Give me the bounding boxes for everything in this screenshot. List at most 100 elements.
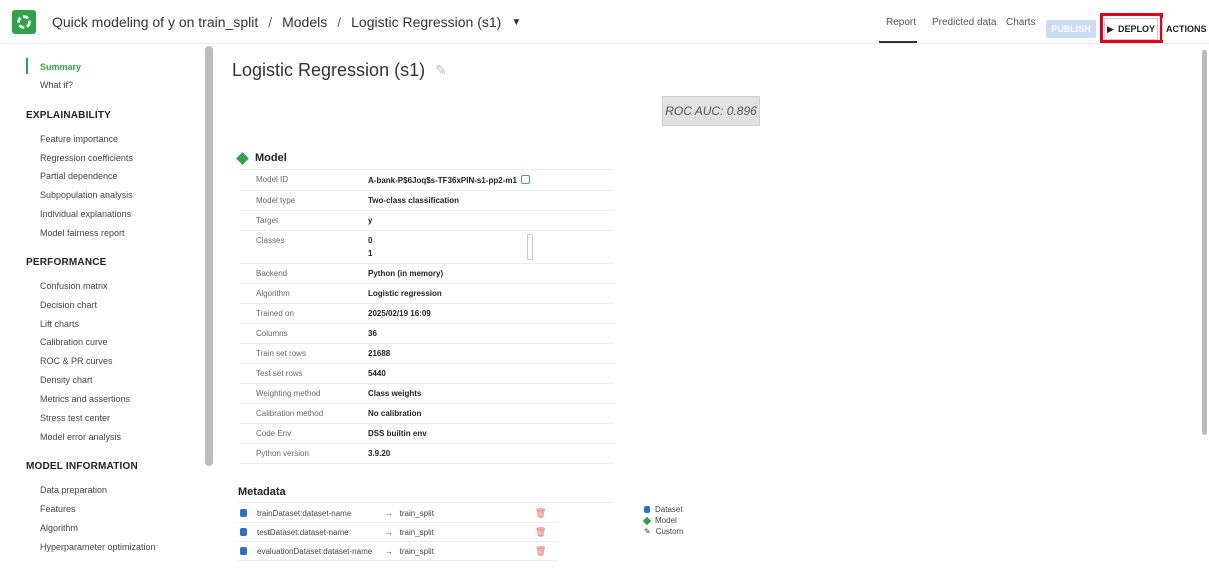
sidebar-item-hyperparameter-optimization[interactable]: Hyperparameter optimization: [40, 542, 156, 552]
dataset-icon: [240, 509, 247, 517]
sidebar-item-metrics-and-assertions[interactable]: Metrics and assertions: [40, 394, 130, 404]
sidebar-item-regression-coefficients[interactable]: Regression coefficients: [40, 153, 133, 163]
table-row: Calibration method No calibration: [240, 403, 614, 423]
breadcrumb-analysis[interactable]: Quick modeling of y on train_split: [52, 14, 258, 30]
breadcrumb-separator: /: [337, 14, 342, 30]
metadata-key: evaluationDataset:dataset-name: [257, 546, 373, 556]
sidebar-item-data-preparation[interactable]: Data preparation: [40, 485, 107, 495]
sidebar-item-individual-explanations[interactable]: Individual explanations: [40, 209, 131, 219]
metadata-legend: Dataset Model ✎ Custom: [642, 504, 684, 537]
table-row: testDataset:dataset-name → train_split 🗑: [238, 523, 558, 542]
metadata-divider: [238, 502, 614, 503]
sidebar-item-features[interactable]: Features: [40, 504, 76, 514]
table-row: Test set rows 5440: [240, 363, 614, 383]
model-dropdown-icon[interactable]: ▼: [511, 17, 521, 28]
legend-item-model: Model: [642, 515, 683, 526]
table-row: Classes 0 1: [240, 230, 614, 263]
row-value: 2025/02/19 16:09: [368, 309, 431, 318]
table-row: Algorithm Logistic regression: [240, 283, 614, 303]
sidebar-item-stress-test-center[interactable]: Stress test center: [40, 413, 110, 423]
row-value: 36: [368, 329, 377, 338]
model-info-table: Model ID A-bank-P$6Joq$s-TF36xPlN-s1-pp2…: [240, 169, 614, 464]
section-performance: PERFORMANCE: [26, 257, 107, 268]
sidebar-item-calibration-curve[interactable]: Calibration curve: [40, 337, 108, 347]
legend-item-dataset: Dataset: [644, 504, 683, 515]
breadcrumb-model[interactable]: Logistic Regression (s1): [351, 14, 501, 30]
trash-icon[interactable]: 🗑: [535, 508, 546, 519]
sidebar-item-density-chart[interactable]: Density chart: [40, 375, 93, 385]
sidebar-item-confusion-matrix[interactable]: Confusion matrix: [40, 281, 108, 291]
classes-list: 0 1: [368, 236, 614, 258]
sidebar-item-lift-charts[interactable]: Lift charts: [40, 319, 79, 329]
pencil-icon: ✎: [644, 527, 651, 536]
row-key: Model type: [256, 196, 296, 205]
trash-icon[interactable]: 🗑: [535, 546, 546, 557]
tab-report[interactable]: Report: [884, 0, 918, 44]
row-value: 3.9.20: [368, 449, 391, 458]
actions-label: ACTIONS: [1166, 24, 1207, 34]
metadata-value: → train_split: [385, 546, 434, 556]
metadata-key: testDataset:dataset-name: [257, 527, 349, 537]
actions-button[interactable]: ACTIONS ▾: [1166, 18, 1209, 40]
top-bar: Quick modeling of y on train_split / Mod…: [0, 0, 1209, 44]
row-key: Backend: [256, 269, 288, 278]
table-row: Model ID A-bank-P$6Joq$s-TF36xPlN-s1-pp2…: [240, 169, 614, 190]
model-section-title: Model: [255, 152, 287, 164]
row-key: Target: [256, 216, 279, 225]
row-value: Two-class classification: [368, 196, 459, 205]
row-value: 21688: [368, 349, 391, 358]
edit-pencil-icon[interactable]: ✎: [435, 62, 447, 79]
sidebar-item-model-error-analysis[interactable]: Model error analysis: [40, 432, 121, 442]
metadata-section-title: Metadata: [238, 486, 286, 498]
row-key: Weighting method: [256, 389, 321, 398]
classes-scrollbar[interactable]: [527, 234, 533, 260]
tab-predicted-data[interactable]: Predicted data: [932, 0, 997, 44]
metadata-value: → train_split: [385, 527, 434, 537]
table-row: Train set rows 21688: [240, 343, 614, 363]
sidebar-item-model-fairness-report[interactable]: Model fairness report: [40, 228, 125, 238]
row-key: Python version: [256, 449, 309, 458]
class-item: 0: [368, 236, 373, 245]
main-scrollbar[interactable]: [1202, 50, 1207, 435]
sidebar-item-decision-chart[interactable]: Decision chart: [40, 300, 97, 310]
metadata-value: → train_split: [385, 508, 434, 518]
row-value: y: [368, 216, 373, 225]
sidebar-item-subpopulation-analysis[interactable]: Subpopulation analysis: [40, 190, 133, 200]
section-model-information: MODEL INFORMATION: [26, 461, 138, 472]
trash-icon[interactable]: 🗑: [535, 527, 546, 538]
dataset-icon: [240, 547, 247, 555]
model-diamond-icon: [236, 151, 249, 165]
app-logo-icon[interactable]: [12, 10, 36, 34]
sidebar-item-feature-importance[interactable]: Feature importance: [40, 134, 118, 144]
publish-button[interactable]: PUBLISH: [1046, 20, 1096, 38]
dataset-icon: [240, 528, 247, 536]
row-key: Trained on: [256, 309, 294, 318]
dataset-icon: [644, 506, 650, 513]
sidebar-item-partial-dependence[interactable]: Partial dependence: [40, 171, 118, 181]
sidebar-scrollbar[interactable]: [205, 46, 213, 466]
table-row: trainDataset:dataset-name → train_split …: [238, 504, 558, 523]
row-value: 5440: [368, 369, 386, 378]
legend-item-custom: ✎ Custom: [644, 527, 684, 536]
table-row: Backend Python (in memory): [240, 263, 614, 283]
model-section-header: Model: [236, 151, 287, 165]
row-key: Test set rows: [256, 369, 303, 378]
sidebar-item-roc-pr-curves[interactable]: ROC & PR curves: [40, 356, 113, 366]
row-key: Code Env: [256, 429, 292, 438]
sidebar-item-algorithm[interactable]: Algorithm: [40, 523, 78, 533]
row-key: Algorithm: [256, 289, 290, 298]
roc-auc-badge: ROC AUC: 0.896: [662, 96, 760, 126]
breadcrumb-models[interactable]: Models: [282, 14, 327, 30]
deploy-highlight-box: [1100, 13, 1163, 43]
table-row: Weighting method Class weights: [240, 383, 614, 403]
table-row: Code Env DSS builtin env: [240, 423, 614, 443]
sidebar-item-what-if[interactable]: What if?: [40, 80, 73, 90]
section-explainability: EXPLAINABILITY: [26, 110, 112, 121]
copy-icon[interactable]: [520, 175, 530, 184]
page-title: Logistic Regression (s1) ✎: [232, 60, 447, 81]
row-key: Columns: [256, 329, 288, 338]
tab-charts[interactable]: Charts: [1006, 0, 1035, 44]
sidebar-item-summary[interactable]: Summary: [40, 62, 81, 72]
row-value: Python (in memory): [368, 269, 444, 278]
row-value: Logistic regression: [368, 289, 442, 298]
